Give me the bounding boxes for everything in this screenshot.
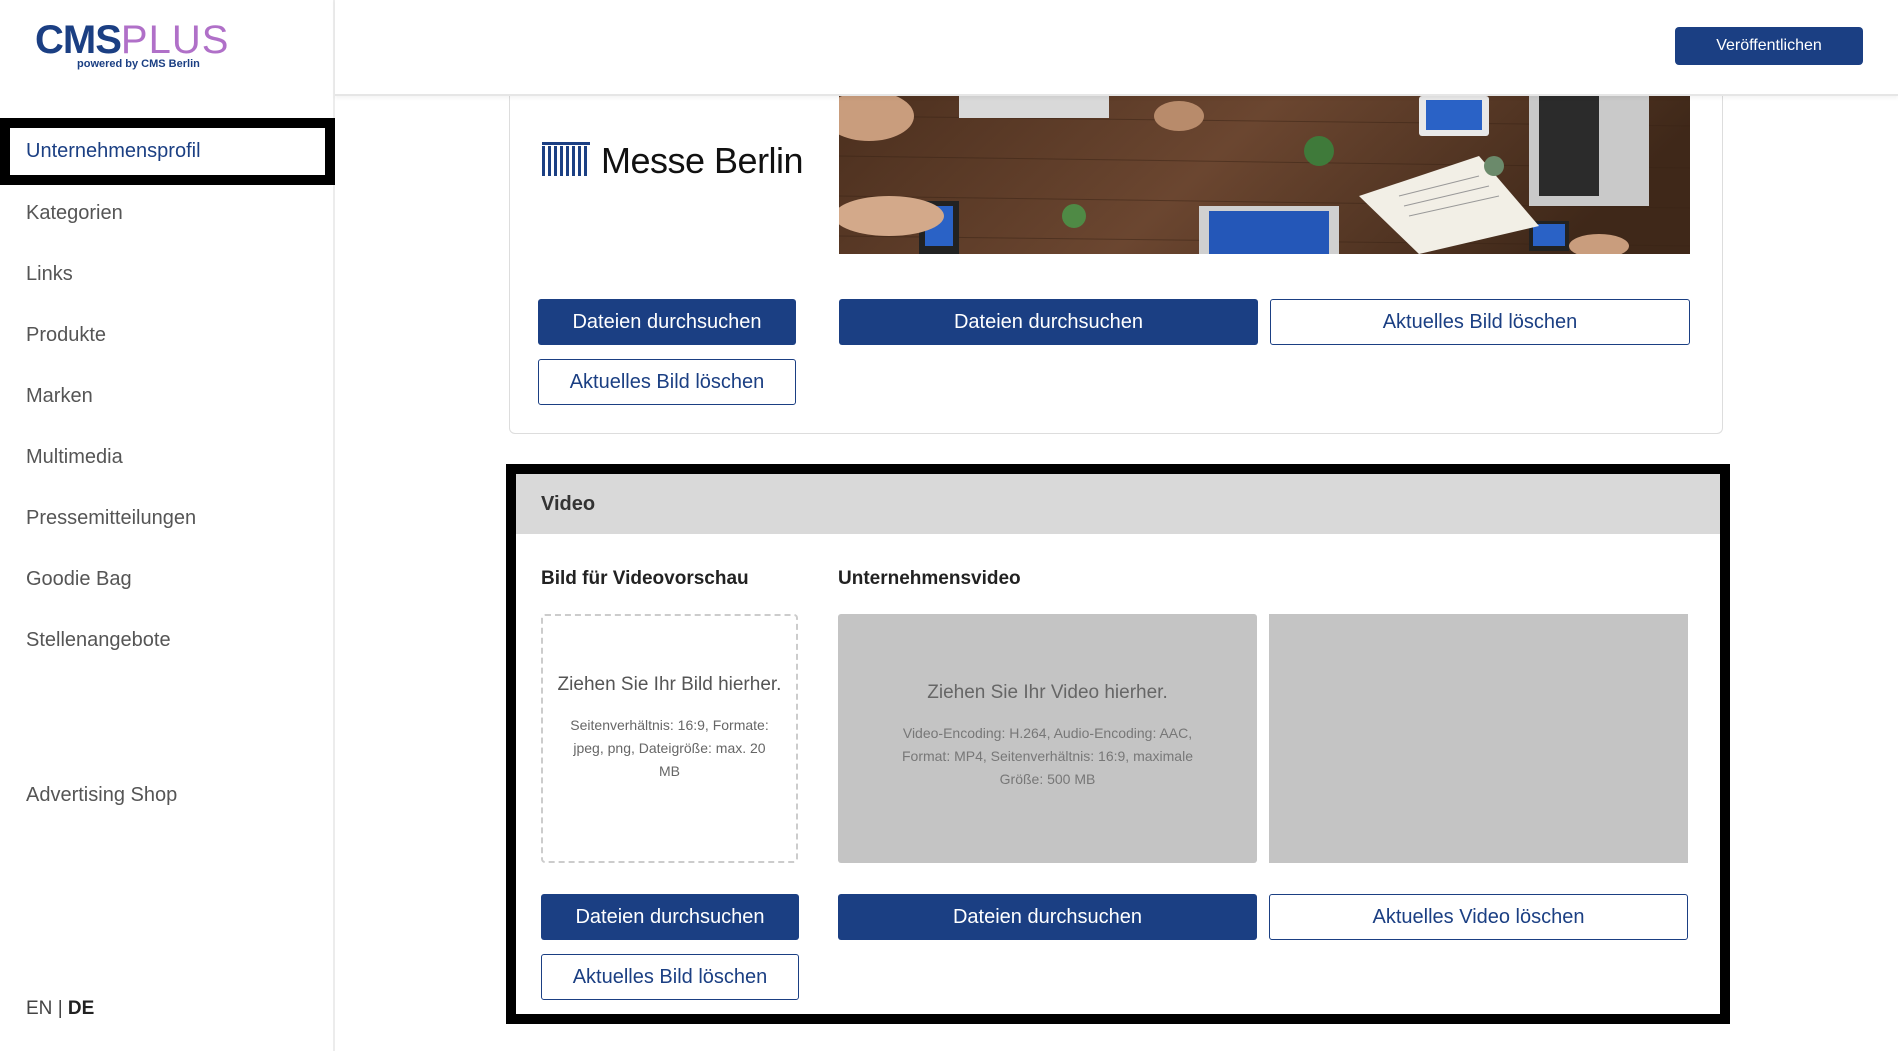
sidebar-item-label: Stellenangebote	[26, 629, 171, 651]
sidebar-item-multimedia[interactable]: Multimedia	[0, 427, 335, 488]
sidebar-item-links[interactable]: Links	[0, 244, 335, 305]
sidebar-item-label: Multimedia	[26, 446, 123, 468]
logo-image-card: Messe Berlin Dateien durchsuchen Aktuell…	[509, 60, 1723, 434]
sidebar-item-produkte[interactable]: Produkte	[0, 305, 335, 366]
cms-plus-logo[interactable]: CMSPLUS powered by CMS Berlin	[35, 18, 228, 75]
video-dropzone-title: Ziehen Sie Ihr Video hierher.	[927, 682, 1168, 703]
sidebar-item-label: Pressemitteilungen	[26, 507, 197, 529]
preview-delete-image-button[interactable]: Aktuelles Bild löschen	[541, 954, 799, 1000]
video-preview-title: Bild für Videovorschau	[541, 568, 749, 589]
image-dropzone-description: Seitenverhältnis: 16:9, Formate: jpeg, p…	[570, 717, 769, 779]
video-preview-placeholder	[1269, 614, 1688, 863]
sidebar-item-kategorien[interactable]: Kategorien	[0, 183, 335, 244]
sidebar: CMSPLUS powered by CMS Berlin Unternehme…	[0, 0, 335, 1051]
sidebar-item-pressemitteilungen[interactable]: Pressemitteilungen	[0, 488, 335, 549]
logo-subtitle: powered by CMS Berlin	[77, 58, 200, 70]
lang-de-link[interactable]: DE	[68, 998, 94, 1019]
preview-image-dropzone[interactable]: Ziehen Sie Ihr Bild hierher. Seitenverhä…	[541, 614, 798, 863]
sidebar-item-label: Goodie Bag	[26, 568, 132, 590]
sidebar-item-label: Links	[26, 263, 73, 285]
preview-browse-button[interactable]: Dateien durchsuchen	[541, 894, 799, 940]
video-section: Video Bild für Videovorschau Unternehmen…	[506, 464, 1730, 1024]
sidebar-item-stellenangebote[interactable]: Stellenangebote	[0, 610, 335, 671]
sidebar-item-label: Produkte	[26, 324, 107, 346]
lang-separator: |	[57, 998, 63, 1019]
video-section-title: Video	[516, 474, 1720, 534]
header-delete-image-button[interactable]: Aktuelles Bild löschen	[1270, 299, 1690, 345]
logo-cms-text: CMS	[35, 18, 122, 62]
top-bar: Veröffentlichen	[335, 0, 1898, 96]
delete-video-button[interactable]: Aktuelles Video löschen	[1269, 894, 1688, 940]
header-image	[839, 96, 1690, 254]
messe-logo-text: Messe Berlin	[601, 140, 804, 181]
lang-en-link[interactable]: EN	[26, 998, 52, 1019]
sidebar-item-marken[interactable]: Marken	[0, 366, 335, 427]
language-switcher: EN | DE	[26, 998, 94, 1020]
logo-delete-image-button[interactable]: Aktuelles Bild löschen	[538, 359, 796, 405]
video-dropzone-description: Video-Encoding: H.264, Audio-Encoding: A…	[901, 725, 1193, 787]
logo-browse-button[interactable]: Dateien durchsuchen	[538, 299, 796, 345]
sidebar-item-advertising-shop[interactable]: Advertising Shop	[26, 784, 177, 807]
messe-berlin-logo: Messe Berlin	[542, 140, 804, 182]
company-video-title: Unternehmensvideo	[838, 568, 1021, 589]
video-dropzone[interactable]: Ziehen Sie Ihr Video hierher. Video-Enco…	[838, 614, 1257, 863]
sidebar-nav: Unternehmensprofil Kategorien Links Prod…	[0, 118, 335, 671]
sidebar-item-unternehmensprofil[interactable]: Unternehmensprofil	[0, 118, 335, 185]
video-browse-button[interactable]: Dateien durchsuchen	[838, 894, 1257, 940]
header-browse-button[interactable]: Dateien durchsuchen	[839, 299, 1258, 345]
sidebar-item-label: Kategorien	[26, 202, 123, 224]
image-dropzone-title: Ziehen Sie Ihr Bild hierher.	[557, 674, 782, 695]
sidebar-item-label: Unternehmensprofil	[26, 140, 201, 162]
publish-button[interactable]: Veröffentlichen	[1675, 27, 1863, 65]
sidebar-item-label: Marken	[26, 385, 93, 407]
logo-plus-text: PLUS	[120, 18, 230, 62]
sidebar-item-goodie-bag[interactable]: Goodie Bag	[0, 549, 335, 610]
